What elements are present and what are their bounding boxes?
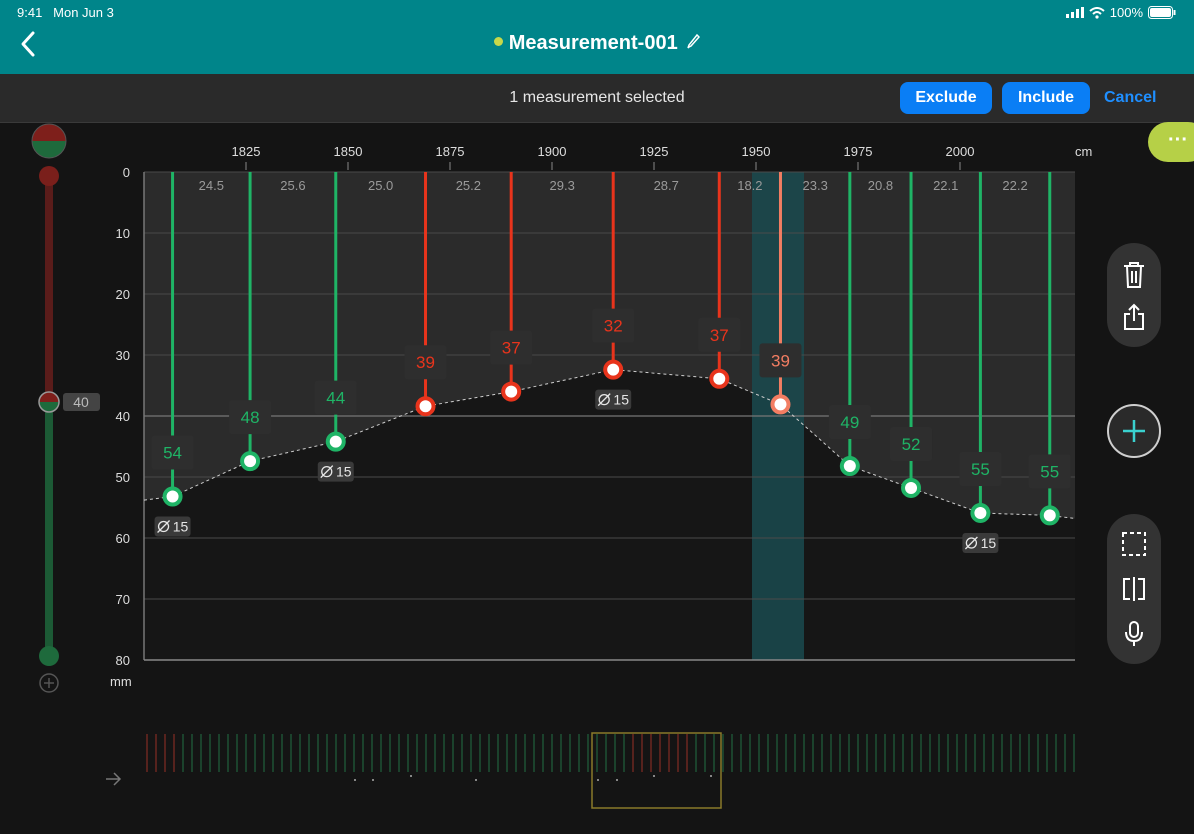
- microphone-icon[interactable]: [1121, 620, 1147, 648]
- x-unit-label: cm: [1075, 144, 1092, 159]
- add-button[interactable]: [1107, 404, 1161, 458]
- y-tick-label: 10: [116, 226, 130, 241]
- x-tick-label: 1825: [232, 144, 261, 159]
- selection-toolbar: 1 measurement selected Exclude Include C…: [0, 74, 1194, 123]
- point-marker: [770, 394, 791, 415]
- spacing-label: 28.7: [654, 178, 679, 193]
- actions-panel: [1107, 243, 1161, 347]
- x-tick-label: 2000: [946, 144, 975, 159]
- x-tick-label: 1900: [538, 144, 567, 159]
- cancel-button[interactable]: Cancel: [1104, 89, 1156, 107]
- y-tick-label: 40: [116, 409, 130, 424]
- point-marker: [162, 486, 183, 507]
- point-marker: [603, 359, 624, 380]
- y-tick-label: 70: [116, 592, 130, 607]
- overview-dot: [653, 775, 655, 777]
- signal-icon: [1065, 7, 1084, 18]
- navigation-bar: 9:41 Mon Jun 3 100% Measurement-001: [0, 0, 1194, 74]
- overview-dot: [475, 779, 477, 781]
- point-marker: [501, 381, 522, 402]
- trash-icon[interactable]: [1122, 261, 1146, 289]
- value-label: 37: [502, 339, 521, 358]
- page-title[interactable]: Measurement-001: [0, 32, 1194, 55]
- arrow-right-icon: [106, 772, 122, 786]
- split-icon[interactable]: [1121, 576, 1147, 602]
- x-tick-label: 1950: [742, 144, 771, 159]
- point-marker: [240, 451, 261, 472]
- value-label: 55: [971, 460, 990, 479]
- tools-panel: [1107, 514, 1161, 664]
- status-time: 9:41 Mon Jun 3: [17, 5, 114, 20]
- point-marker: [901, 477, 922, 498]
- y-tick-label: 60: [116, 531, 130, 546]
- spacing-label: 23.3: [803, 178, 828, 193]
- value-label: 44: [326, 389, 345, 408]
- overview-dot: [616, 779, 618, 781]
- diameter-value: 15: [173, 519, 189, 535]
- spacing-label: 22.2: [1002, 178, 1027, 193]
- value-label: 49: [840, 413, 859, 432]
- point-marker: [415, 396, 436, 417]
- x-tick-label: 1925: [640, 144, 669, 159]
- depth-chart[interactable]: 0 10 20 30 40 50 60 70 80 mm 1825 1850 1875 1900 1925 1…: [0, 122, 1100, 702]
- overview-dot: [710, 775, 712, 777]
- value-label: 32: [604, 317, 623, 336]
- x-tick-label: 1850: [334, 144, 363, 159]
- share-icon[interactable]: [1122, 303, 1146, 331]
- overview-viewport[interactable]: [591, 732, 722, 809]
- value-label: 37: [710, 326, 729, 345]
- overview-dot: [410, 775, 412, 777]
- overview-dot: [354, 779, 356, 781]
- spacing-label: 20.8: [868, 178, 893, 193]
- overview-dot: [372, 779, 374, 781]
- spacing-label: 22.1: [933, 178, 958, 193]
- y-tick-label: 20: [116, 287, 130, 302]
- spacing-label: 18.2: [737, 178, 762, 193]
- point-marker: [325, 431, 346, 452]
- date: Mon Jun 3: [53, 5, 114, 20]
- spacing-label: 29.3: [550, 178, 575, 193]
- overview-strip[interactable]: [0, 722, 1100, 822]
- point-marker: [1039, 505, 1060, 526]
- value-label: 55: [1040, 462, 1059, 481]
- battery-icon: [1148, 6, 1176, 19]
- plus-icon: [1123, 420, 1145, 442]
- value-label: 39: [416, 353, 435, 372]
- spacing-label: 24.5: [199, 178, 224, 193]
- x-tick-label: 1975: [844, 144, 873, 159]
- diameter-value: 15: [336, 464, 352, 480]
- select-area-icon[interactable]: [1121, 531, 1147, 557]
- y-unit-label: mm: [110, 674, 132, 689]
- exclude-button[interactable]: Exclude: [900, 82, 992, 114]
- x-tick-label: 1875: [436, 144, 465, 159]
- spacing-label: 25.6: [280, 178, 305, 193]
- clock: 9:41: [17, 5, 43, 20]
- overview-dot: [597, 779, 599, 781]
- point-marker: [970, 502, 991, 523]
- y-tick-label: 0: [123, 165, 130, 180]
- spacing-label: 25.0: [368, 178, 393, 193]
- status-indicators: 100%: [1065, 5, 1176, 20]
- y-tick-label: 80: [116, 653, 130, 668]
- more-button[interactable]: ···: [1148, 122, 1194, 162]
- y-tick-label: 30: [116, 348, 130, 363]
- diameter-value: 15: [613, 392, 629, 408]
- title-text: Measurement-001: [508, 32, 678, 54]
- status-dot: [493, 37, 503, 46]
- point-marker: [839, 456, 860, 477]
- battery-percent: 100%: [1109, 5, 1143, 20]
- value-label: 52: [902, 435, 921, 454]
- pencil-icon[interactable]: [686, 33, 701, 49]
- value-label: 39: [771, 351, 790, 370]
- wifi-icon: [1089, 6, 1105, 19]
- value-label: 54: [163, 444, 182, 463]
- diameter-value: 15: [981, 535, 997, 551]
- point-marker: [709, 368, 730, 389]
- y-tick-label: 50: [116, 470, 130, 485]
- include-button[interactable]: Include: [1002, 82, 1090, 114]
- value-label: 48: [241, 408, 260, 427]
- spacing-label: 25.2: [456, 178, 481, 193]
